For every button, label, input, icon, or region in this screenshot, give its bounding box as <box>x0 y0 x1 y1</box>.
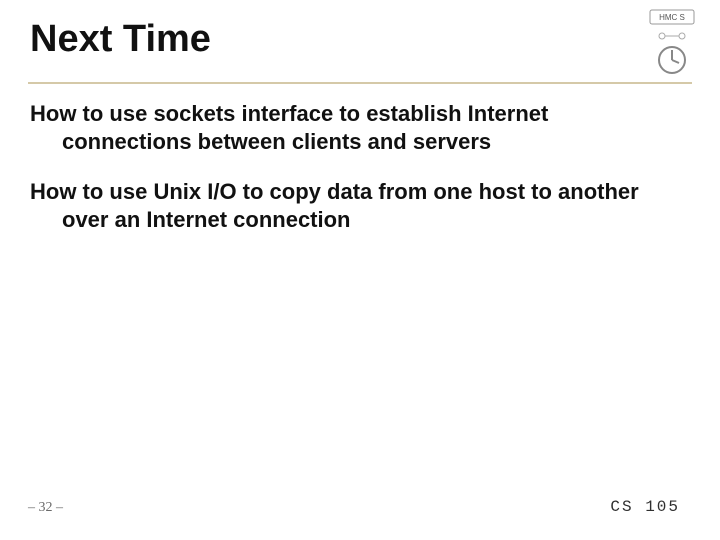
title-divider <box>28 82 692 84</box>
slide-title: Next Time <box>30 18 211 61</box>
bullet-item: How to use Unix I/O to copy data from on… <box>30 178 650 233</box>
school-logo-icon: HMC S <box>644 8 700 76</box>
course-code: CS 105 <box>610 498 680 516</box>
bullet-item: How to use sockets interface to establis… <box>30 100 650 155</box>
bullet-text: How to use sockets interface to establis… <box>30 100 650 155</box>
bullet-text: How to use Unix I/O to copy data from on… <box>30 178 650 233</box>
svg-text:HMC S: HMC S <box>659 13 685 22</box>
slide: HMC S Next Time How to use sockets inter… <box>0 0 720 540</box>
page-number: – 32 – <box>28 500 63 516</box>
